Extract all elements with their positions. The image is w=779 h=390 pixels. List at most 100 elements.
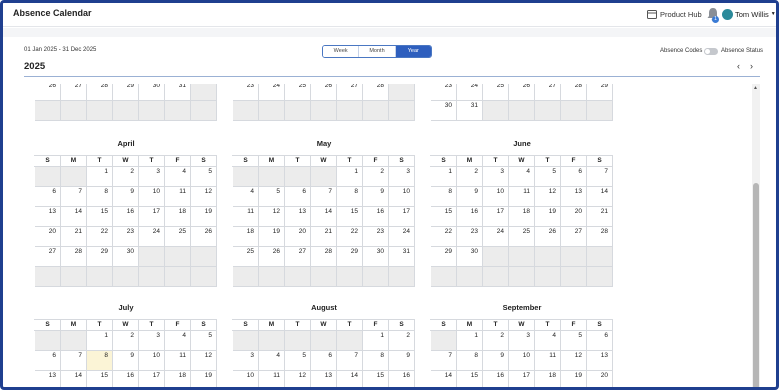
day-cell[interactable]: 11 xyxy=(165,351,191,371)
day-cell[interactable]: 2 xyxy=(113,331,139,351)
day-cell[interactable]: 28 xyxy=(561,84,587,101)
day-cell[interactable]: 18 xyxy=(535,371,561,387)
day-cell[interactable]: 17 xyxy=(483,207,509,227)
day-cell[interactable]: 1 xyxy=(87,331,113,351)
absence-status-toggle[interactable] xyxy=(704,48,718,55)
day-cell[interactable]: 28 xyxy=(363,84,389,101)
day-cell[interactable]: 11 xyxy=(165,187,191,207)
day-cell[interactable]: 4 xyxy=(259,351,285,371)
day-cell[interactable]: 13 xyxy=(35,371,61,387)
day-cell[interactable]: 27 xyxy=(535,84,561,101)
day-cell[interactable]: 7 xyxy=(61,187,87,207)
day-cell[interactable]: 28 xyxy=(61,247,87,267)
day-cell[interactable]: 6 xyxy=(311,351,337,371)
day-cell[interactable]: 4 xyxy=(509,167,535,187)
day-cell[interactable]: 21 xyxy=(61,227,87,247)
day-cell[interactable]: 30 xyxy=(363,247,389,267)
day-cell[interactable]: 12 xyxy=(535,187,561,207)
day-cell[interactable]: 30 xyxy=(431,101,457,121)
day-cell[interactable]: 25 xyxy=(233,247,259,267)
day-cell[interactable]: 31 xyxy=(165,84,191,101)
day-cell[interactable]: 3 xyxy=(483,167,509,187)
day-cell[interactable]: 11 xyxy=(509,187,535,207)
day-cell[interactable]: 10 xyxy=(139,187,165,207)
day-cell[interactable]: 16 xyxy=(389,371,415,387)
day-cell[interactable]: 19 xyxy=(535,207,561,227)
day-cell[interactable]: 25 xyxy=(483,84,509,101)
day-cell[interactable]: 3 xyxy=(233,351,259,371)
day-cell[interactable]: 5 xyxy=(191,331,217,351)
day-cell[interactable]: 13 xyxy=(311,371,337,387)
day-cell[interactable]: 3 xyxy=(509,331,535,351)
day-cell[interactable]: 27 xyxy=(337,84,363,101)
day-cell[interactable]: 2 xyxy=(483,331,509,351)
day-cell[interactable]: 19 xyxy=(191,207,217,227)
day-cell[interactable]: 3 xyxy=(139,167,165,187)
day-cell[interactable]: 1 xyxy=(457,331,483,351)
day-cell[interactable]: 23 xyxy=(363,227,389,247)
day-cell[interactable]: 15 xyxy=(337,207,363,227)
day-cell[interactable]: 2 xyxy=(457,167,483,187)
day-cell[interactable]: 27 xyxy=(35,247,61,267)
day-cell[interactable]: 15 xyxy=(431,207,457,227)
day-cell[interactable]: 7 xyxy=(431,351,457,371)
day-cell[interactable]: 25 xyxy=(285,84,311,101)
absence-codes-label[interactable]: Absence Codes xyxy=(660,48,702,54)
day-cell[interactable]: 31 xyxy=(389,247,415,267)
day-cell[interactable]: 8 xyxy=(457,351,483,371)
day-cell[interactable]: 23 xyxy=(457,227,483,247)
day-cell[interactable]: 14 xyxy=(337,371,363,387)
day-cell[interactable]: 17 xyxy=(139,371,165,387)
day-cell[interactable]: 6 xyxy=(587,331,613,351)
day-cell[interactable]: 28 xyxy=(311,247,337,267)
day-cell[interactable]: 8 xyxy=(337,187,363,207)
day-cell[interactable]: 20 xyxy=(35,227,61,247)
day-cell[interactable]: 24 xyxy=(483,227,509,247)
day-cell[interactable]: 26 xyxy=(35,84,61,101)
day-cell[interactable]: 11 xyxy=(233,207,259,227)
day-cell[interactable]: 2 xyxy=(363,167,389,187)
day-cell[interactable]: 7 xyxy=(61,351,87,371)
day-cell[interactable]: 13 xyxy=(561,187,587,207)
day-cell[interactable]: 18 xyxy=(509,207,535,227)
day-cell[interactable]: 10 xyxy=(389,187,415,207)
day-cell[interactable]: 6 xyxy=(35,187,61,207)
day-cell[interactable]: 24 xyxy=(139,227,165,247)
day-cell[interactable]: 19 xyxy=(259,227,285,247)
day-cell[interactable]: 9 xyxy=(113,351,139,371)
day-cell[interactable]: 12 xyxy=(259,207,285,227)
day-cell[interactable]: 18 xyxy=(165,207,191,227)
day-cell[interactable]: 16 xyxy=(113,207,139,227)
day-cell[interactable]: 7 xyxy=(337,351,363,371)
day-cell[interactable]: 13 xyxy=(587,351,613,371)
day-cell[interactable]: 20 xyxy=(587,371,613,387)
day-cell[interactable]: 1 xyxy=(431,167,457,187)
day-cell[interactable]: 2 xyxy=(113,167,139,187)
day-cell[interactable]: 15 xyxy=(87,207,113,227)
day-cell[interactable]: 16 xyxy=(113,371,139,387)
product-hub-link[interactable]: Product Hub xyxy=(647,6,702,22)
day-cell[interactable]: 5 xyxy=(259,187,285,207)
user-menu[interactable]: Tom Willis ▼ xyxy=(722,7,776,21)
day-cell[interactable]: 7 xyxy=(311,187,337,207)
day-cell[interactable]: 1 xyxy=(337,167,363,187)
day-cell[interactable]: 30 xyxy=(139,84,165,101)
day-cell[interactable]: 15 xyxy=(363,371,389,387)
day-cell[interactable]: 20 xyxy=(285,227,311,247)
day-cell[interactable]: 20 xyxy=(561,207,587,227)
day-cell[interactable]: 5 xyxy=(191,167,217,187)
day-cell[interactable]: 26 xyxy=(259,247,285,267)
day-cell[interactable]: 1 xyxy=(363,331,389,351)
view-year-button[interactable]: Year xyxy=(395,46,431,57)
day-cell[interactable]: 13 xyxy=(285,207,311,227)
day-cell[interactable]: 16 xyxy=(483,371,509,387)
day-cell[interactable]: 22 xyxy=(87,227,113,247)
day-cell[interactable]: 6 xyxy=(285,187,311,207)
day-cell[interactable]: 26 xyxy=(509,84,535,101)
day-cell[interactable]: 9 xyxy=(113,187,139,207)
day-cell[interactable]: 21 xyxy=(311,227,337,247)
day-cell[interactable]: 22 xyxy=(431,227,457,247)
day-cell[interactable]: 18 xyxy=(233,227,259,247)
day-cell[interactable]: 26 xyxy=(535,227,561,247)
day-cell[interactable]: 10 xyxy=(483,187,509,207)
